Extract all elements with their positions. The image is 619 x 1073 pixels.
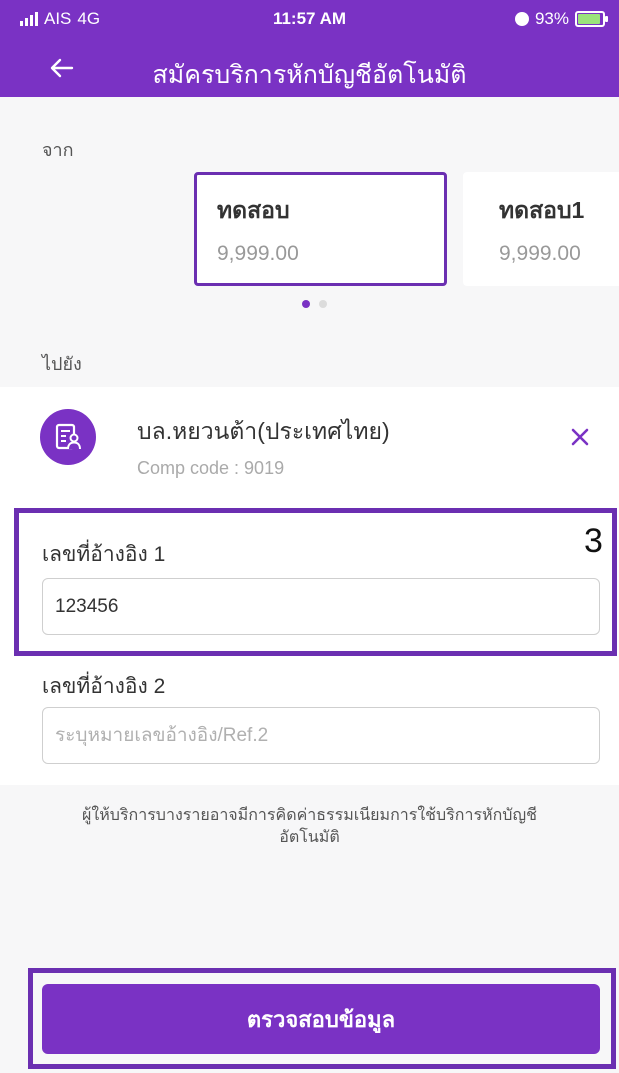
to-label: ไปยัง bbox=[42, 354, 82, 374]
biller-name: บล.หยวนต้า(ประเทศไทย) bbox=[137, 418, 390, 444]
battery-percent: 93% bbox=[534, 9, 569, 28]
fee-notice: ผู้ให้บริการบางรายอาจมีการคิดค่าธรรมเนีย… bbox=[82, 807, 537, 846]
remove-biller-button[interactable] bbox=[560, 417, 600, 457]
page-dot bbox=[319, 300, 327, 308]
biller-avatar bbox=[40, 409, 96, 465]
reference1-input[interactable] bbox=[42, 578, 600, 635]
battery-icon bbox=[575, 11, 608, 27]
reference1-label: เลขที่อ้างอิง 1 bbox=[42, 543, 166, 566]
document-icon bbox=[55, 423, 81, 450]
reference2-label: เลขที่อ้างอิง 2 bbox=[42, 675, 166, 698]
biller-comp-code: Comp code : 9019 bbox=[137, 458, 285, 478]
status-bar-right: 93% bbox=[514, 9, 608, 29]
reference2-input[interactable] bbox=[42, 707, 600, 764]
page-dot-active bbox=[302, 300, 310, 308]
alarm-icon bbox=[514, 12, 529, 26]
account-balance: 9,999.00 bbox=[499, 242, 581, 265]
account-card-selected[interactable]: ทดสอบ 9,999.00 bbox=[194, 172, 447, 286]
from-account-section: จาก ทดสอบ 9,999.00 ทดสอบ1 9,999.00 ไปยัง bbox=[0, 97, 619, 387]
carousel-page-indicator bbox=[302, 300, 327, 308]
from-label: จาก bbox=[42, 140, 74, 160]
page-title: สมัครบริการหักบัญชีอัตโนมัติ bbox=[152, 61, 467, 89]
account-name: ทดสอบ bbox=[217, 197, 290, 223]
account-name: ทดสอบ1 bbox=[499, 197, 585, 223]
account-card[interactable]: ทดสอบ1 9,999.00 bbox=[463, 172, 619, 286]
status-bar: AIS 4G 11:57 AM 93% bbox=[0, 0, 619, 40]
app-header: สมัครบริการหักบัญชีอัตโนมัติ bbox=[0, 40, 619, 97]
step-number: 3 bbox=[584, 522, 603, 560]
account-balance: 9,999.00 bbox=[217, 242, 299, 265]
close-icon bbox=[571, 428, 589, 446]
verify-button[interactable]: ตรวจสอบข้อมูล bbox=[42, 984, 600, 1054]
biller-section: บล.หยวนต้า(ประเทศไทย) Comp code : 9019 bbox=[0, 387, 619, 507]
